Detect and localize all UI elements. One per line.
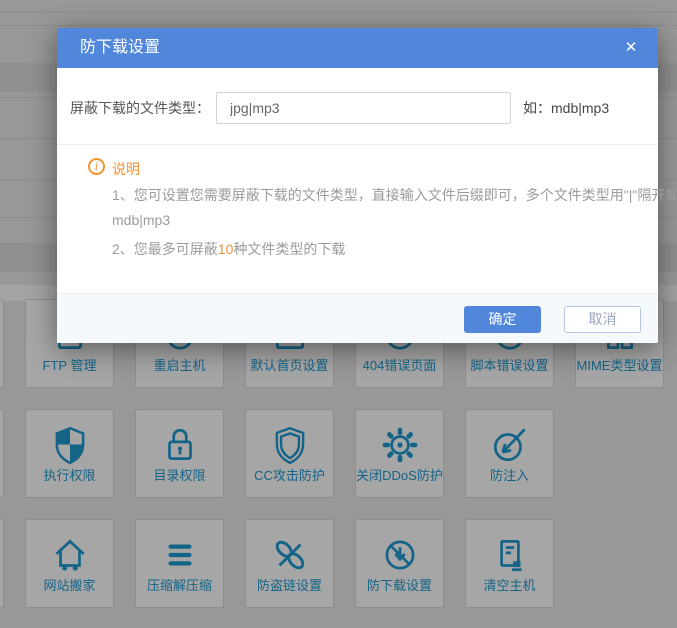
confirm-button[interactable]: 确定: [464, 306, 541, 333]
max-count-highlight: 10: [218, 241, 234, 257]
blocked-filetypes-label: 屏蔽下载的文件类型：: [57, 92, 210, 124]
section-divider: [57, 144, 658, 145]
dialog-title: 防下载设置: [80, 28, 160, 68]
anti-download-settings-dialog: 防下载设置 ✕ 屏蔽下载的文件类型： 如：mdb|mp3 i 说明 1、您可设置…: [57, 28, 658, 343]
blocked-filetypes-input[interactable]: [216, 92, 511, 124]
cancel-button[interactable]: 取消: [564, 306, 641, 333]
notice-heading: 说明: [112, 159, 140, 179]
host-control-panel-screen: 09:2 FTP 管理 重启主机 默认首页设: [0, 0, 677, 628]
close-icon[interactable]: ✕: [618, 28, 644, 68]
dialog-header: 防下载设置 ✕: [57, 28, 658, 68]
info-icon: i: [88, 158, 105, 175]
notice-line-1: 1、您可设置您需要屏蔽下载的文件类型，直接输入文件后缀即可，多个文件类型用"|"…: [112, 185, 677, 205]
notice-line-3: 2、您最多可屏蔽10种文件类型的下载: [112, 239, 345, 259]
dialog-footer: 确定 取消: [57, 293, 658, 343]
filetypes-example-hint: 如：mdb|mp3: [523, 92, 609, 124]
notice-line-2: mdb|mp3: [112, 212, 170, 228]
